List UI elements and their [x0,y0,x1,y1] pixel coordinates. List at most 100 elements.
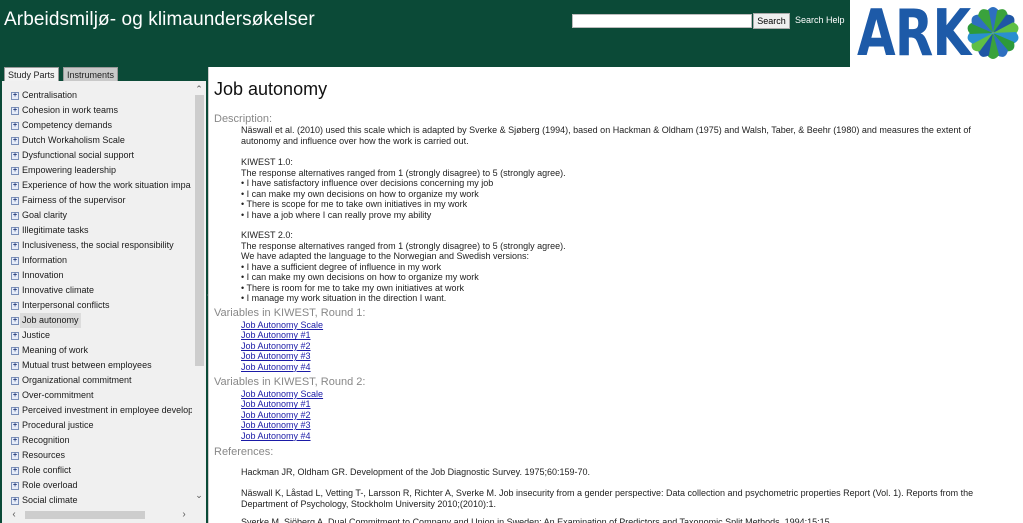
variable-link[interactable]: Job Autonomy #4 [241,431,1011,441]
tree-item-label[interactable]: Procedural justice [22,418,94,433]
expand-plus-icon[interactable]: + [11,257,19,265]
expand-plus-icon[interactable]: + [11,332,19,340]
scroll-up-icon[interactable]: ⌃ [193,83,205,95]
tree-item-label[interactable]: Innovation [22,268,64,283]
tree-item[interactable]: + Innovative climate [2,283,192,298]
expand-plus-icon[interactable]: + [11,137,19,145]
tree-item[interactable]: + Competency demands [2,118,192,133]
tree-item-label[interactable]: Social climate [22,493,78,508]
expand-plus-icon[interactable]: + [11,272,19,280]
tree-item-label[interactable]: Meaning of work [22,343,88,358]
tree-item-label[interactable]: Dysfunctional social support [22,148,134,163]
expand-plus-icon[interactable]: + [11,497,19,505]
expand-plus-icon[interactable]: + [11,302,19,310]
tree-item-label[interactable]: Resources [22,448,65,463]
tree-item-label[interactable]: Organizational commitment [22,373,132,388]
variable-link[interactable]: Job Autonomy Scale [241,389,1011,399]
tree-item-label[interactable]: Fairness of the supervisor [22,193,126,208]
variable-link[interactable]: Job Autonomy #1 [241,399,1011,409]
tree-item-label[interactable]: Over-commitment [22,388,94,403]
expand-plus-icon[interactable]: + [11,287,19,295]
tree-item-label[interactable]: Role overload [22,478,78,493]
tree-item[interactable]: + Fairness of the supervisor [2,193,192,208]
tree-item-label[interactable]: Justice [22,328,50,343]
tree-item[interactable]: + Dysfunctional social support [2,148,192,163]
variable-link[interactable]: Job Autonomy #3 [241,420,1011,430]
expand-plus-icon[interactable]: + [11,392,19,400]
variable-link[interactable]: Job Autonomy #4 [241,362,1011,372]
tree-item[interactable]: + Job autonomy [2,313,192,328]
tree-item-label[interactable]: Centralisation [22,88,77,103]
scroll-left-icon[interactable]: ‹ [8,509,20,521]
tree-item[interactable]: + Empowering leadership [2,163,192,178]
search-input[interactable] [572,14,752,28]
tree-item[interactable]: + Role overload [2,478,192,493]
tree-item[interactable]: + Centralisation [2,88,192,103]
expand-plus-icon[interactable]: + [11,152,19,160]
expand-plus-icon[interactable]: + [11,92,19,100]
tree-item-label[interactable]: Perceived investment in employee develop [22,403,192,418]
variable-link[interactable]: Job Autonomy #2 [241,341,1011,351]
tree-item-label[interactable]: Mutual trust between employees [22,358,152,373]
tree-item-label[interactable]: Empowering leadership [22,163,116,178]
vertical-scrollbar[interactable]: ⌃ ⌄ [193,81,205,506]
tree-item-label[interactable]: Competency demands [22,118,112,133]
expand-plus-icon[interactable]: + [11,347,19,355]
variable-link[interactable]: Job Autonomy Scale [241,320,1011,330]
expand-plus-icon[interactable]: + [11,197,19,205]
expand-plus-icon[interactable]: + [11,407,19,415]
tree-item[interactable]: + Perceived investment in employee develo… [2,403,192,418]
tree-item[interactable]: + Role conflict [2,463,192,478]
ark-logo[interactable]: ARK [850,0,1023,71]
expand-plus-icon[interactable]: + [11,212,19,220]
expand-plus-icon[interactable]: + [11,467,19,475]
tree-item[interactable]: + Experience of how the work situation im… [2,178,192,193]
expand-plus-icon[interactable]: + [11,242,19,250]
tree-item-label[interactable]: Experience of how the work situation imp… [22,178,191,193]
tree-item-label[interactable]: Innovative climate [22,283,94,298]
tab-instruments[interactable]: Instruments [63,67,119,82]
tree-item[interactable]: + Procedural justice [2,418,192,433]
tree-item[interactable]: + Mutual trust between employees [2,358,192,373]
tree-item[interactable]: + Justice [2,328,192,343]
tree-item-label[interactable]: Goal clarity [22,208,67,223]
tree-item-label[interactable]: Cohesion in work teams [22,103,118,118]
tree-item[interactable]: + Inclusiveness, the social responsibilit… [2,238,192,253]
expand-plus-icon[interactable]: + [11,437,19,445]
expand-plus-icon[interactable]: + [11,122,19,130]
expand-plus-icon[interactable]: + [11,317,19,325]
expand-plus-icon[interactable]: + [11,227,19,235]
expand-plus-icon[interactable]: + [11,482,19,490]
scroll-down-icon[interactable]: ⌄ [193,489,205,501]
expand-plus-icon[interactable]: + [11,422,19,430]
tree-item[interactable]: + Meaning of work [2,343,192,358]
vertical-scroll-thumb[interactable] [195,95,204,366]
tree-item[interactable]: + Social climate [2,493,192,508]
horizontal-scroll-thumb[interactable] [25,511,145,519]
tree-item[interactable]: + Organizational commitment [2,373,192,388]
tree-item-label[interactable]: Interpersonal conflicts [22,298,110,313]
search-button[interactable]: Search [753,13,790,29]
variable-link[interactable]: Job Autonomy #3 [241,351,1011,361]
tree-item-label[interactable]: Illegitimate tasks [22,223,89,238]
tree-item[interactable]: + Information [2,253,192,268]
tree-item-label[interactable]: Information [22,253,67,268]
expand-plus-icon[interactable]: + [11,362,19,370]
variable-link[interactable]: Job Autonomy #1 [241,330,1011,340]
scroll-right-icon[interactable]: › [178,509,190,521]
tree-item[interactable]: + Innovation [2,268,192,283]
expand-plus-icon[interactable]: + [11,182,19,190]
expand-plus-icon[interactable]: + [11,167,19,175]
tree-item[interactable]: + Over-commitment [2,388,192,403]
tree-item[interactable]: + Recognition [2,433,192,448]
horizontal-scrollbar[interactable]: ‹ › [8,509,193,521]
tree-item-label[interactable]: Dutch Workaholism Scale [22,133,125,148]
tree-item-label[interactable]: Role conflict [22,463,71,478]
tree-item[interactable]: + Resources [2,448,192,463]
tree-item[interactable]: + Interpersonal conflicts [2,298,192,313]
tab-study-parts[interactable]: Study Parts [4,67,59,82]
site-title[interactable]: Arbeidsmiljø- og klimaundersøkelser [4,9,315,31]
tree-item-label[interactable]: Job autonomy [20,313,81,328]
search-help-link[interactable]: Search Help [795,15,845,25]
tree-item-label[interactable]: Inclusiveness, the social responsibility [22,238,174,253]
